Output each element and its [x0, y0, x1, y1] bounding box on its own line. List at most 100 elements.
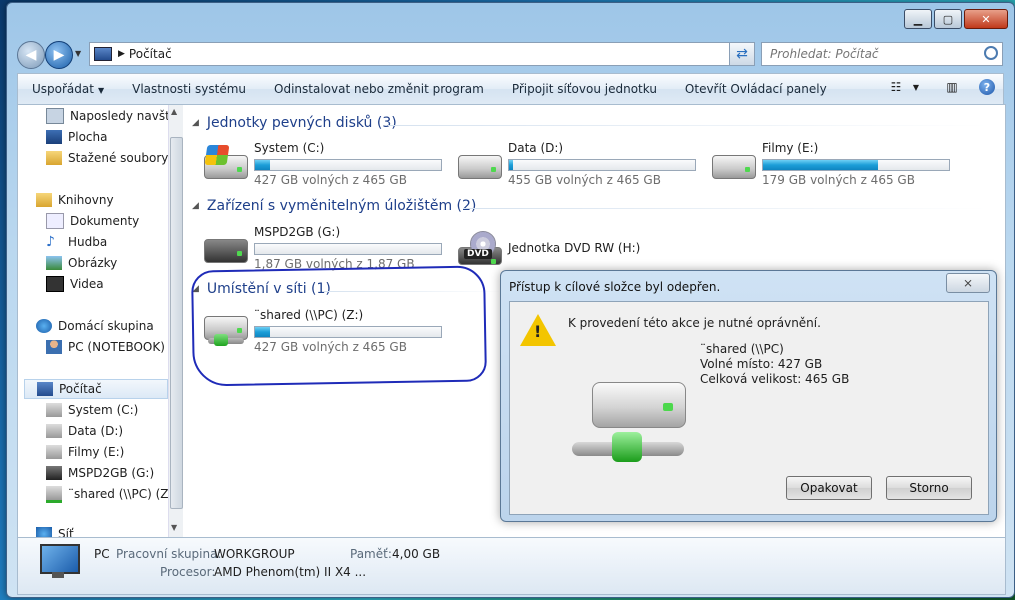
breadcrumb-computer[interactable]: Počítač: [129, 47, 172, 61]
view-dropdown-icon[interactable]: ▼: [907, 79, 925, 95]
nav-drive-d[interactable]: Data (D:): [46, 422, 123, 440]
search-box[interactable]: [761, 42, 1003, 66]
map-network-drive-button[interactable]: Připojit síťovou jednotku: [498, 82, 671, 96]
nav-label: Počítač: [59, 382, 102, 396]
nav-homegroup-pc[interactable]: PC (NOTEBOOK): [46, 338, 165, 356]
organize-button[interactable]: Uspořádat ▼: [18, 82, 118, 96]
system-drive-icon: [202, 145, 248, 181]
nav-drive-c[interactable]: System (C:): [46, 401, 138, 419]
back-button[interactable]: ◀: [17, 41, 45, 69]
breadcrumb-arrow-icon[interactable]: ▶: [118, 49, 125, 59]
preview-pane-icon[interactable]: ▥: [943, 79, 961, 95]
homegroup-icon: [36, 319, 52, 333]
group-header-hdd[interactable]: ◢ Jednotky pevných disků (3): [192, 115, 397, 131]
forward-button[interactable]: ▶: [45, 41, 73, 69]
drive-usage-bar: [508, 159, 696, 171]
scroll-down-icon[interactable]: ▼: [171, 523, 177, 532]
drive-free-space: 455 GB volných z 465 GB: [508, 173, 661, 187]
nav-homegroup[interactable]: Domácí skupina: [36, 317, 154, 335]
system-drive-icon: [46, 403, 62, 417]
nav-drive-e[interactable]: Filmy (E:): [46, 443, 124, 461]
command-bar: Uspořádat ▼ Vlastnosti systému Odinstalov…: [17, 73, 1004, 105]
retry-button[interactable]: Opakovat: [786, 476, 872, 500]
user-icon: [46, 340, 62, 354]
maximize-button[interactable]: ▢: [934, 9, 962, 29]
computer-name: PC: [94, 547, 110, 561]
dialog-body: ! K provedení této akce je nutné oprávně…: [509, 301, 989, 515]
search-icon[interactable]: [984, 46, 998, 60]
nav-drive-g[interactable]: MSPD2GB (G:): [46, 464, 154, 482]
nav-network[interactable]: Síť: [36, 525, 74, 537]
nav-recent[interactable]: Naposledy navští: [46, 107, 168, 125]
address-bar[interactable]: ▶ Počítač ▼: [89, 42, 751, 66]
drive-usage-bar: [762, 159, 950, 171]
workgroup-label: Pracovní skupina:: [116, 547, 222, 561]
collapse-icon[interactable]: ◢: [192, 201, 199, 211]
close-button[interactable]: ✕: [964, 9, 1008, 29]
chevron-down-icon: ▼: [97, 86, 105, 95]
uninstall-program-button[interactable]: Odinstalovat nebo změnit program: [260, 82, 498, 96]
drive-c-tile[interactable]: System (C:) 427 GB volných z 465 GB: [202, 141, 442, 191]
hand-drawn-highlight: [191, 265, 487, 387]
drive-h-tile[interactable]: DVD Jednotka DVD RW (H:): [456, 225, 696, 275]
nav-label: Dokumenty: [70, 214, 140, 228]
nav-music[interactable]: ♪ Hudba: [46, 233, 107, 251]
free-space: Volné místo: 427 GB: [700, 357, 823, 371]
system-properties-button[interactable]: Vlastnosti systému: [118, 82, 260, 96]
drive-e-tile[interactable]: Filmy (E:) 179 GB volných z 465 GB: [710, 141, 950, 191]
dialog-title: Přístup k cílové složce byl odepřen.: [509, 280, 721, 294]
nav-desktop[interactable]: Plocha: [46, 128, 107, 146]
drive-usage-fill: [255, 160, 270, 170]
dialog-close-button[interactable]: ⨯: [946, 273, 990, 293]
cpu-label: Procesor:: [160, 565, 216, 579]
hard-drive-icon: [710, 145, 756, 181]
nav-documents[interactable]: Dokumenty: [46, 212, 139, 230]
drive-name: Jednotka DVD RW (H:): [508, 241, 641, 255]
view-options-icon[interactable]: ☷: [887, 79, 905, 95]
nav-computer[interactable]: Počítač: [24, 379, 168, 399]
organize-label: Uspořádat: [32, 82, 94, 96]
nav-drive-z[interactable]: ¨shared (\\PC) (Z: [46, 485, 168, 503]
total-size: Celková velikost: 465 GB: [700, 372, 850, 386]
drive-usage-bar: [254, 243, 442, 255]
documents-icon: [46, 213, 64, 229]
drive-name: System (C:): [254, 141, 325, 155]
toolbar-right: ☷ ▼ ▥ ?: [877, 79, 995, 95]
history-dropdown-icon[interactable]: ▼: [75, 49, 81, 58]
network-icon: [36, 527, 52, 537]
pictures-icon: [46, 256, 62, 270]
search-input[interactable]: [768, 46, 982, 62]
nav-pictures[interactable]: Obrázky: [46, 254, 117, 272]
scroll-up-icon[interactable]: ▲: [171, 107, 177, 116]
access-denied-dialog: Přístup k cílové složce byl odepřen. ⨯ !…: [500, 270, 997, 522]
caption-buttons: ▁ ▢ ✕: [902, 9, 1008, 29]
warning-exclamation: !: [534, 322, 542, 341]
nav-libraries[interactable]: Knihovny: [36, 191, 114, 209]
computer-icon: [94, 47, 112, 61]
nav-label: Síť: [58, 527, 74, 537]
computer-icon: [38, 544, 80, 580]
help-button[interactable]: ?: [979, 79, 995, 95]
collapse-icon[interactable]: ◢: [192, 118, 199, 128]
drive-name: MSPD2GB (G:): [254, 225, 341, 239]
drive-d-tile[interactable]: Data (D:) 455 GB volných z 465 GB: [456, 141, 696, 191]
refresh-button[interactable]: ⇄: [729, 42, 755, 66]
nav-downloads[interactable]: Stažené soubory: [46, 149, 168, 167]
nav-label: Stažené soubory: [68, 151, 168, 165]
open-control-panel-button[interactable]: Otevřít Ovládací panely: [671, 82, 841, 96]
workgroup-value: WORKGROUP: [214, 547, 295, 561]
nav-videos[interactable]: Videa: [46, 275, 104, 293]
nav-scrollbar[interactable]: ▲ ▼: [168, 105, 183, 537]
removable-drive-icon: [46, 466, 62, 480]
scroll-thumb[interactable]: [170, 137, 183, 509]
nav-label: ¨shared (\\PC) (Z: [68, 487, 168, 501]
group-title: Jednotky pevných disků (3): [206, 115, 397, 131]
network-drive-icon: [46, 485, 62, 503]
navigation-pane: Naposledy navští Plocha Stažené soubory …: [18, 105, 168, 537]
hard-drive-icon: [46, 424, 62, 438]
cancel-button[interactable]: Storno: [886, 476, 972, 500]
drive-name: Data (D:): [508, 141, 564, 155]
nav-label: PC (NOTEBOOK): [68, 340, 165, 354]
minimize-button[interactable]: ▁: [904, 9, 932, 29]
group-header-removable[interactable]: ◢ Zařízení s vyměnitelným úložištěm (2): [192, 198, 476, 214]
